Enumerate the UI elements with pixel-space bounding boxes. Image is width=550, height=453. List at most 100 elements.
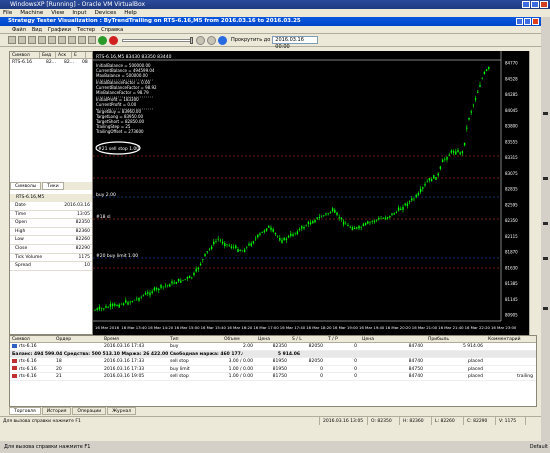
data-key: Close <box>15 245 28 251</box>
vbox-menu-file[interactable]: File <box>3 9 12 17</box>
cell-symbol: rts-6.16 <box>10 343 54 350</box>
candle-body <box>239 249 241 251</box>
app-maximize-icon[interactable] <box>524 18 531 25</box>
vbox-menu-machine[interactable]: Machine <box>20 9 43 17</box>
table-row[interactable]: rts-6.16 2016.03.16 17:43 buy 2.00 82350… <box>10 343 536 351</box>
desktop-item <box>543 257 548 260</box>
chart-icon[interactable] <box>8 36 16 44</box>
bars-icon[interactable] <box>48 36 56 44</box>
candle-body <box>268 226 270 228</box>
candle-body <box>325 213 327 215</box>
table-row[interactable]: rts-6.16 18 2016.03.16 17:33 sell stop 3… <box>10 358 536 366</box>
app-close-icon[interactable] <box>532 18 539 25</box>
mw-ask: 82... <box>64 60 75 65</box>
candle-body <box>433 175 435 179</box>
menu-tester[interactable]: Тестер <box>77 26 95 33</box>
col-price[interactable]: Цена <box>256 336 290 342</box>
table-row[interactable]: rts-6.16 20 2016.03.16 17:33 buy limit 1… <box>10 366 536 373</box>
candle-body <box>457 150 459 152</box>
vbox-menu-input[interactable]: Input <box>72 9 86 17</box>
menu-help[interactable]: Справка <box>101 26 123 33</box>
cell-comment <box>486 358 536 365</box>
menu-file[interactable]: Файл <box>12 26 26 33</box>
sell-line-label: #18 sl <box>96 214 111 220</box>
candle-body <box>298 228 301 230</box>
col-cur-price[interactable]: Цена <box>360 336 426 342</box>
tab-operations[interactable]: Операции <box>72 407 107 415</box>
candle-body <box>305 225 307 227</box>
menu-charts[interactable]: Графики <box>48 26 71 33</box>
maximize-icon[interactable] <box>531 1 539 8</box>
time-tick-label: 16 Mar 15:40 <box>201 325 227 330</box>
line-icon[interactable] <box>68 36 76 44</box>
zoom-out-icon[interactable] <box>28 36 36 44</box>
vbox-menu-view[interactable]: View <box>51 9 64 17</box>
market-watch-row[interactable]: RTS-6.16 82... 82... 08 <box>10 59 92 66</box>
candle-body <box>303 227 305 229</box>
chart-bg <box>93 51 529 335</box>
cell-volume: 1.00 / 0.00 <box>228 366 253 372</box>
candle-body <box>120 303 123 305</box>
col-volume[interactable]: Объем <box>222 336 256 342</box>
shift-icon[interactable] <box>88 36 96 44</box>
close-icon[interactable] <box>540 1 548 8</box>
candle-body <box>94 310 96 312</box>
table-row[interactable]: rts-6.16 21 2016.03.16 19:05 sell stop 1… <box>10 373 536 381</box>
candle-body <box>320 216 323 218</box>
candle-body <box>283 237 285 241</box>
skip-date-input[interactable]: 2016.03.16 00:00 <box>272 36 319 50</box>
vbox-menu-devices[interactable]: Devices <box>95 9 117 17</box>
stop-icon[interactable] <box>109 35 118 45</box>
menu-view[interactable]: Вид <box>32 26 42 33</box>
candle-body <box>177 278 180 282</box>
cell-type: buy <box>170 344 179 349</box>
col-order[interactable]: Ордер <box>54 336 102 342</box>
mw-symbol: RTS-6.16 <box>12 60 33 65</box>
zoom-in-icon[interactable] <box>18 36 26 44</box>
candle-body <box>287 235 290 238</box>
candle-body <box>316 217 318 219</box>
time-tick-label: 16 Mar 17:40 <box>280 325 306 330</box>
candle-body <box>415 194 417 198</box>
price-chart[interactable]: RTS-6.16,M5 83430 83350 83440 InitialBal… <box>93 51 529 335</box>
candle-body <box>430 179 433 182</box>
autoscroll-icon[interactable] <box>78 36 86 44</box>
tab-history[interactable]: История <box>41 407 72 415</box>
col-symbol[interactable]: Символ <box>10 336 54 342</box>
skip-to-label: Прокрутить до <box>231 37 271 43</box>
cell-time: 2016.03.16 19:05 <box>104 374 145 379</box>
col-type[interactable]: Тип <box>168 336 222 342</box>
minimize-icon[interactable] <box>522 1 530 8</box>
candle-body <box>169 284 171 287</box>
pause-icon[interactable] <box>196 35 205 45</box>
price-tick-label: 81630 <box>505 265 518 270</box>
speed-slider[interactable] <box>122 36 193 44</box>
speed-slider-thumb[interactable] <box>190 36 193 44</box>
col-sl[interactable]: S / L <box>290 336 326 342</box>
col-profit[interactable]: Прибыль <box>426 336 486 342</box>
candle-body <box>296 231 299 235</box>
buy-line-label: buy 2.00 <box>96 192 116 198</box>
grid-icon[interactable] <box>38 36 46 44</box>
candle-body <box>171 281 173 284</box>
col-time[interactable]: Время <box>102 336 168 342</box>
tab-journal[interactable]: Журнал <box>107 407 137 415</box>
candle-body <box>237 249 239 252</box>
candle-body <box>312 221 314 224</box>
play-icon[interactable] <box>98 35 107 45</box>
right-scrollbar[interactable] <box>529 51 537 335</box>
candles-icon[interactable] <box>58 36 66 44</box>
candle-body <box>448 154 450 156</box>
tab-trade[interactable]: Торговля <box>9 407 41 415</box>
vbox-menu-help[interactable]: Help <box>124 9 137 17</box>
candle-body <box>243 249 246 253</box>
col-comment[interactable]: Комментарий <box>486 336 536 342</box>
step-icon[interactable] <box>207 35 216 45</box>
col-tp[interactable]: T / P <box>326 336 360 342</box>
app-minimize-icon[interactable] <box>516 18 523 25</box>
candle-body <box>164 285 167 287</box>
tab-ticks[interactable]: Тики <box>42 182 64 190</box>
skip-to-icon[interactable] <box>218 35 227 45</box>
price-tick-label: 82350 <box>505 218 518 223</box>
tab-symbols[interactable]: Символы <box>10 182 42 190</box>
